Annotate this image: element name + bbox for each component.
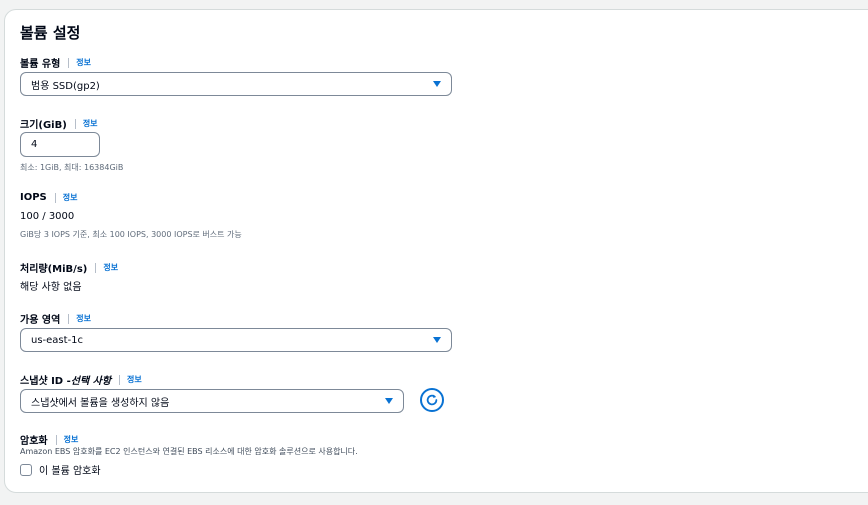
availability-zone-info-link[interactable]: 정보 (76, 313, 91, 324)
throughput-label-row: 처리량(MiB/s) 정보 (20, 260, 118, 275)
size-help-text: 최소: 1GiB, 최대: 16384GiB (20, 163, 124, 172)
iops-label: IOPS (20, 192, 47, 203)
size-input[interactable]: 4 (20, 132, 100, 157)
encrypt-volume-checkbox[interactable] (20, 463, 32, 476)
iops-info-link[interactable]: 정보 (63, 192, 78, 203)
availability-zone-select[interactable]: us-east-1c (20, 328, 452, 352)
size-label: 크기(GiB) (20, 120, 67, 131)
section-title: 볼륨 설정 (20, 24, 81, 42)
availability-zone-value: us-east-1c (31, 334, 84, 346)
snapshot-label-row: 스냅샷 ID - 선택 사항 정보 (20, 372, 142, 387)
encryption-label-row: 암호화 정보 (20, 432, 78, 447)
refresh-icon (426, 394, 438, 406)
encrypt-volume-label: 이 볼륨 암호화 (39, 466, 101, 477)
volume-type-label: 볼륨 유형 (20, 59, 61, 70)
size-info-link[interactable]: 정보 (83, 118, 98, 129)
label-divider (68, 57, 70, 68)
iops-value: 100 / 3000 (20, 211, 75, 222)
volume-type-info-link[interactable]: 정보 (76, 57, 91, 68)
availability-zone-label: 가용 영역 (20, 315, 61, 326)
label-divider (74, 118, 76, 129)
encryption-help-text: Amazon EBS 암호화를 EC2 인스턴스와 연결된 EBS 리소스에 대… (20, 447, 358, 456)
throughput-value: 해당 사항 없음 (20, 282, 82, 293)
snapshot-info-link[interactable]: 정보 (127, 374, 142, 385)
throughput-info-link[interactable]: 정보 (103, 262, 118, 273)
label-divider (68, 313, 70, 324)
iops-help-text: GiB당 3 IOPS 기준, 최소 100 IOPS, 3000 IOPS로 … (20, 230, 242, 239)
encryption-label: 암호화 (20, 436, 48, 447)
iops-label-row: IOPS 정보 (20, 192, 78, 203)
encryption-info-link[interactable]: 정보 (64, 434, 79, 445)
encrypt-volume-option[interactable]: 이 볼륨 암호화 (20, 462, 101, 477)
volume-type-select[interactable]: 범용 SSD(gp2) (20, 72, 452, 96)
caret-down-icon (385, 398, 393, 404)
snapshot-optional-label: 선택 사항 (70, 376, 112, 387)
refresh-snapshots-button[interactable] (420, 388, 444, 412)
volume-type-label-row: 볼륨 유형 정보 (20, 55, 91, 70)
snapshot-value: 스냅샷에서 볼륨을 생성하지 않음 (31, 397, 170, 409)
caret-down-icon (433, 81, 441, 87)
label-divider (54, 192, 56, 203)
label-divider (95, 262, 97, 273)
snapshot-select[interactable]: 스냅샷에서 볼륨을 생성하지 않음 (20, 389, 404, 413)
caret-down-icon (433, 337, 441, 343)
label-divider (119, 374, 121, 385)
size-label-row: 크기(GiB) 정보 (20, 116, 98, 131)
label-divider (55, 434, 57, 445)
availability-zone-label-row: 가용 영역 정보 (20, 311, 91, 326)
volume-type-value: 범용 SSD(gp2) (31, 80, 100, 92)
throughput-label: 처리량(MiB/s) (20, 264, 88, 275)
snapshot-label: 스냅샷 ID - (20, 376, 71, 387)
